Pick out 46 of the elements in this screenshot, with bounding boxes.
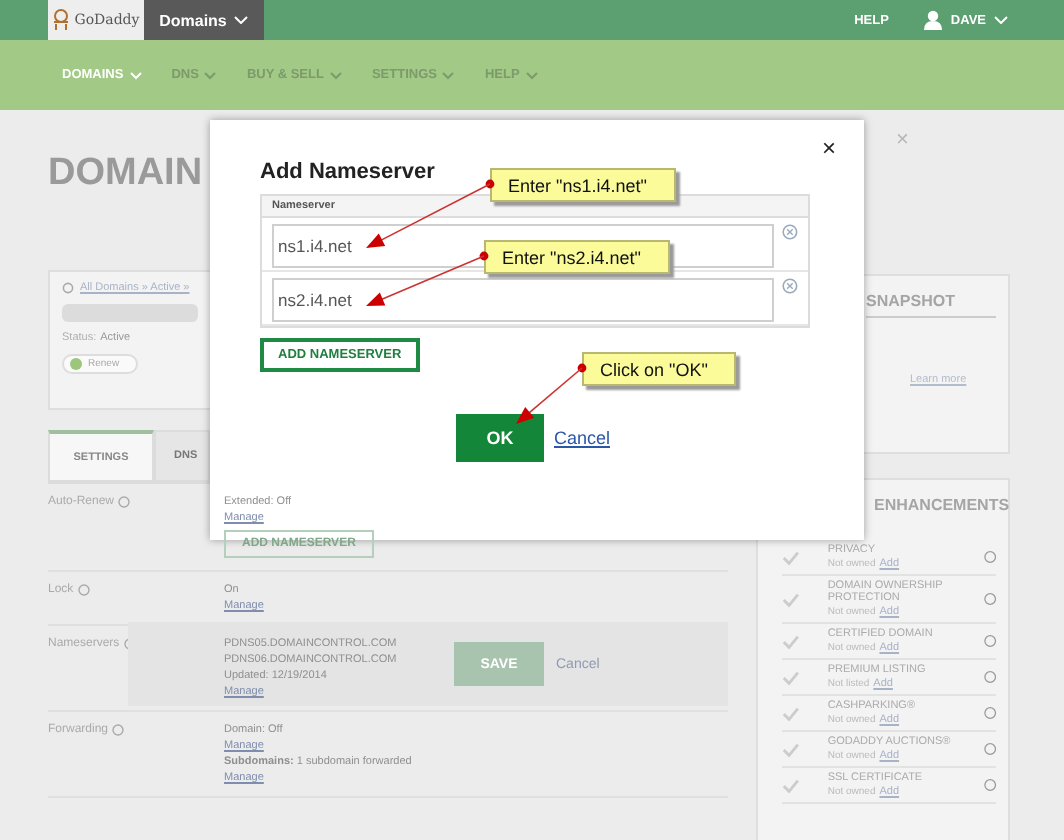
remove-icon[interactable] — [782, 278, 798, 294]
check-icon — [782, 549, 800, 565]
mascot-icon — [52, 8, 71, 32]
ok-button[interactable]: OK — [456, 414, 544, 462]
close-icon[interactable]: × — [821, 134, 836, 162]
callout-note: Enter "ns2.i4.net" — [484, 240, 670, 274]
caret-icon — [525, 71, 538, 79]
caret-icon — [442, 71, 455, 79]
check-icon — [782, 591, 800, 607]
dialog-title: Add Nameserver — [260, 160, 437, 184]
check-icon — [782, 741, 800, 757]
info-icon — [983, 670, 996, 684]
pointer-arrow — [366, 179, 495, 248]
enhancements-heading: ENHANCEMENTS — [874, 496, 1010, 518]
circle-icon — [70, 358, 82, 370]
check-icon — [782, 633, 800, 649]
info-icon — [983, 706, 996, 720]
pointer-arrow — [516, 363, 587, 424]
callout-note: Click on "OK" — [582, 352, 736, 386]
page-title: DOMAIN — [48, 150, 203, 198]
nameserver-field[interactable]: ns2.i4.net — [272, 278, 775, 322]
caret-icon — [994, 16, 1008, 24]
check-icon — [782, 705, 800, 721]
info-icon — [112, 724, 125, 736]
check-icon — [782, 669, 800, 685]
info-icon — [983, 634, 996, 648]
caret-icon — [329, 71, 342, 79]
cancel-link[interactable]: Cancel — [554, 428, 611, 448]
close-icon[interactable]: × — [896, 128, 909, 152]
info-icon — [983, 550, 996, 564]
callout-note: Enter "ns1.i4.net" — [490, 168, 676, 202]
caret-icon — [234, 16, 249, 24]
info-icon — [77, 584, 90, 596]
info-icon — [983, 778, 996, 792]
pointer-arrow — [366, 251, 489, 306]
user-icon — [924, 10, 943, 30]
caret-icon — [204, 71, 217, 79]
caret-icon — [129, 71, 142, 79]
product-menu[interactable]: Domains — [144, 0, 264, 40]
remove-icon[interactable] — [782, 224, 798, 240]
check-icon — [782, 777, 800, 793]
info-icon — [983, 592, 996, 606]
info-icon — [983, 742, 996, 756]
info-icon — [118, 496, 131, 508]
snapshot-heading: SNAPSHOT — [866, 292, 996, 318]
circle-icon — [62, 282, 74, 294]
